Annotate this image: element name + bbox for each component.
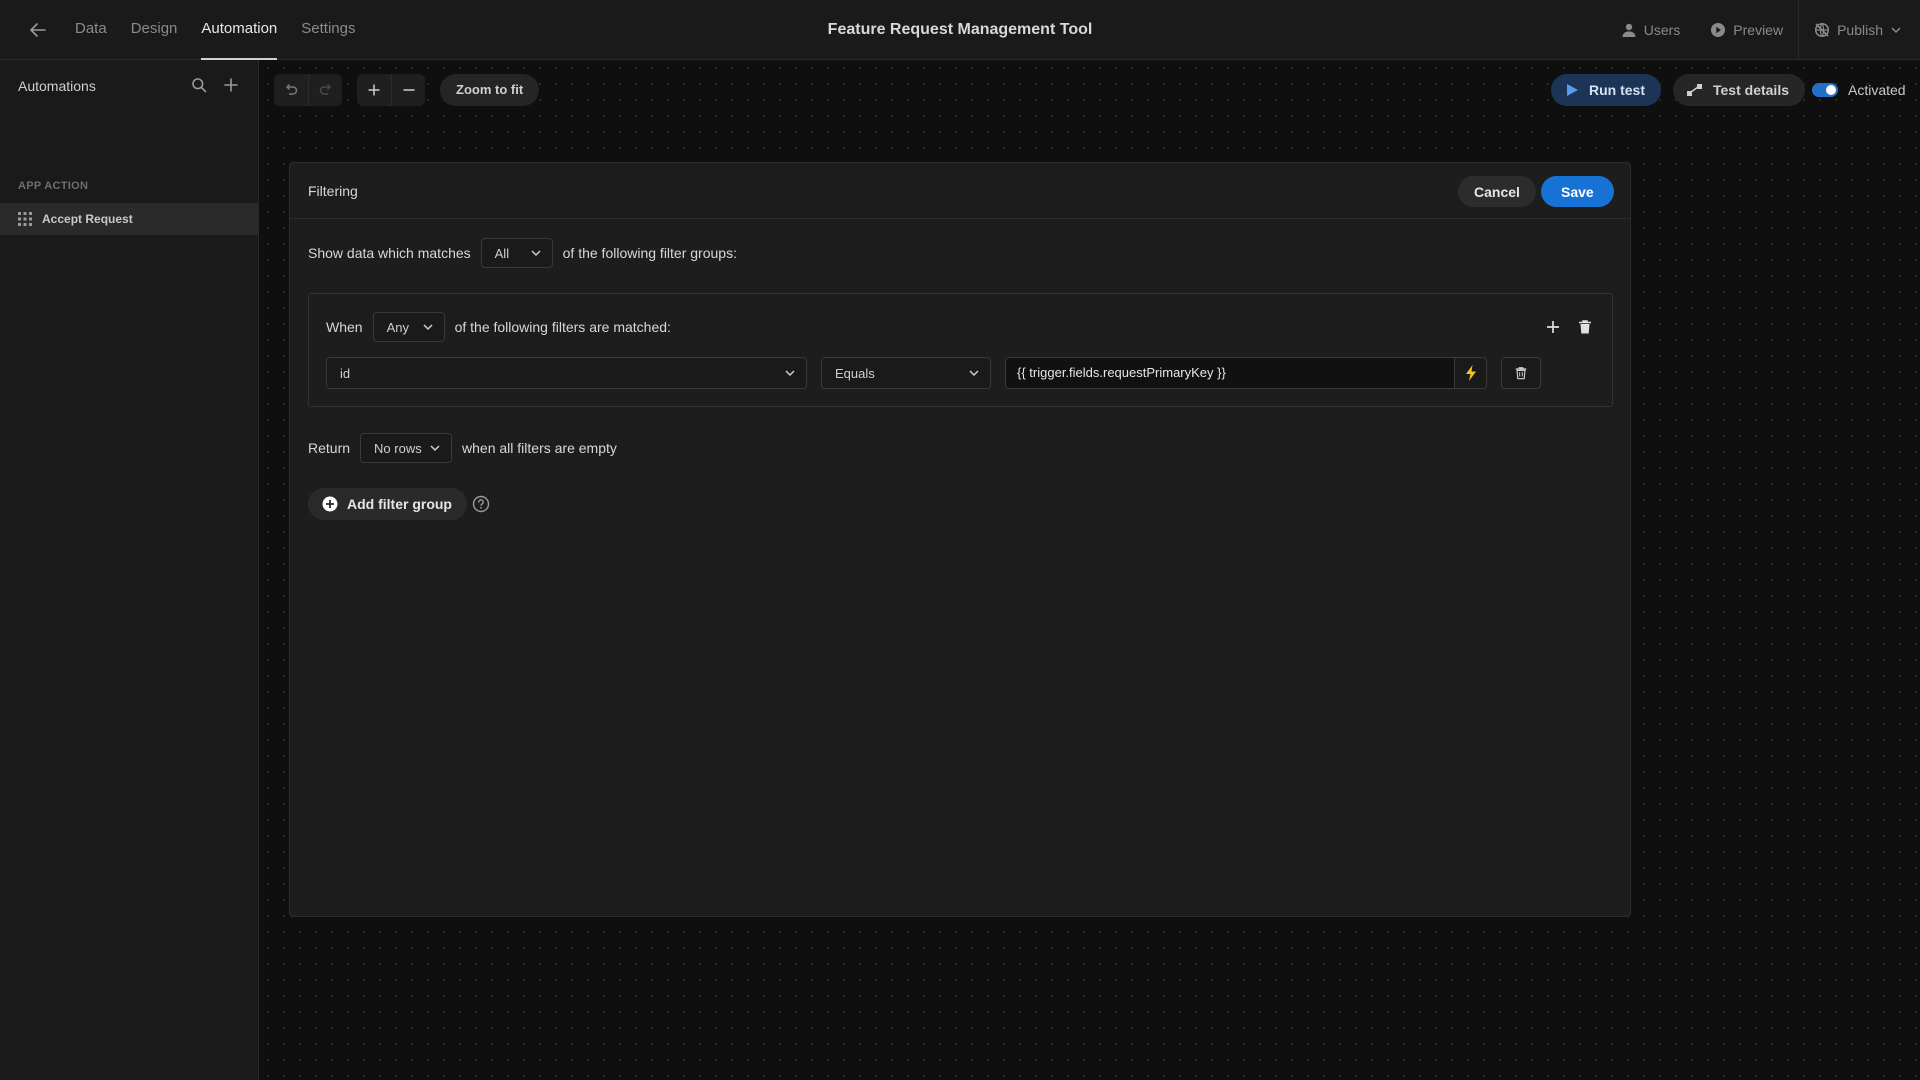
activated-label: Activated bbox=[1848, 82, 1906, 98]
sidebar: Automations APP ACTION Accept Request bbox=[0, 60, 259, 1080]
add-automation-button[interactable] bbox=[222, 76, 240, 94]
cancel-button[interactable]: Cancel bbox=[1458, 176, 1536, 207]
add-filter-group-button[interactable]: Add filter group bbox=[308, 488, 467, 520]
return-suffix-label: when all filters are empty bbox=[462, 440, 617, 456]
chevron-down-icon bbox=[430, 445, 440, 452]
match-row: Show data which matches All of the follo… bbox=[308, 238, 737, 268]
operator-select[interactable]: Equals bbox=[821, 357, 991, 389]
return-select[interactable]: No rows bbox=[360, 433, 453, 463]
main-nav: Data Design Automation Settings bbox=[75, 0, 379, 60]
preview-label: Preview bbox=[1733, 22, 1784, 38]
filter-group-actions bbox=[1544, 318, 1594, 336]
chevron-down-icon bbox=[969, 370, 979, 377]
sidebar-item-accept-request[interactable]: Accept Request bbox=[0, 203, 258, 235]
return-select-value: No rows bbox=[374, 440, 422, 456]
zoom-controls bbox=[357, 74, 425, 106]
plus-icon bbox=[224, 78, 238, 92]
binding-button[interactable] bbox=[1455, 357, 1487, 389]
filter-group: When Any of the following filters are ma… bbox=[308, 293, 1613, 407]
arrow-left-icon bbox=[30, 23, 46, 37]
tab-design[interactable]: Design bbox=[131, 0, 178, 60]
sidebar-actions bbox=[190, 76, 240, 94]
test-details-button[interactable]: Test details bbox=[1673, 74, 1805, 106]
grid-icon bbox=[18, 212, 32, 226]
search-button[interactable] bbox=[190, 76, 208, 94]
plus-icon bbox=[1547, 321, 1559, 333]
test-details-label: Test details bbox=[1713, 82, 1789, 98]
flow-icon bbox=[1687, 84, 1702, 96]
zoom-in-button[interactable] bbox=[357, 74, 391, 106]
run-test-label: Run test bbox=[1589, 82, 1645, 98]
publish-button[interactable]: Publish bbox=[1799, 22, 1920, 38]
help-circle-icon bbox=[472, 495, 490, 513]
zoom-to-fit-button[interactable]: Zoom to fit bbox=[440, 74, 540, 106]
when-select[interactable]: Any bbox=[372, 312, 445, 342]
trash-icon bbox=[1579, 320, 1591, 334]
plus-circle-icon bbox=[322, 496, 338, 512]
sidebar-section-label: APP ACTION bbox=[18, 180, 89, 192]
globe-off-icon bbox=[1815, 22, 1830, 38]
modal-header: Filtering Cancel Save bbox=[290, 163, 1630, 219]
add-filter-button[interactable] bbox=[1544, 318, 1562, 336]
search-icon bbox=[192, 78, 207, 93]
match-prefix-label: Show data which matches bbox=[308, 245, 471, 261]
match-select[interactable]: All bbox=[480, 238, 553, 268]
redo-button[interactable] bbox=[308, 74, 342, 106]
add-filter-group-label: Add filter group bbox=[347, 496, 452, 512]
chevron-down-icon bbox=[423, 324, 433, 331]
play-icon bbox=[1567, 84, 1578, 96]
lightning-bolt-icon bbox=[1465, 365, 1476, 381]
users-label: Users bbox=[1643, 22, 1681, 38]
when-suffix-label: of the following filters are matched: bbox=[454, 319, 671, 335]
chevron-down-icon bbox=[531, 250, 541, 257]
zoom-out-button[interactable] bbox=[391, 74, 425, 106]
filter-value-input[interactable]: {{ trigger.fields.requestPrimaryKey }} bbox=[1005, 357, 1455, 389]
return-row: Return No rows when all filters are empt… bbox=[308, 432, 617, 464]
operator-select-value: Equals bbox=[835, 365, 875, 381]
filter-group-header: When Any of the following filters are ma… bbox=[326, 311, 671, 343]
save-button[interactable]: Save bbox=[1541, 176, 1614, 207]
undo-icon bbox=[285, 83, 298, 95]
tab-settings[interactable]: Settings bbox=[301, 0, 355, 60]
top-bar: Data Design Automation Settings Feature … bbox=[0, 0, 1920, 60]
match-select-value: All bbox=[494, 245, 510, 261]
redo-icon bbox=[319, 83, 331, 95]
publish-label: Publish bbox=[1837, 22, 1883, 38]
user-icon bbox=[1622, 23, 1636, 37]
top-actions: Users Preview Publish bbox=[1606, 0, 1920, 60]
return-label: Return bbox=[308, 440, 351, 456]
modal-title: Filtering bbox=[308, 183, 358, 199]
activated-control: Activated bbox=[1812, 74, 1906, 106]
field-select-value: id bbox=[340, 365, 351, 381]
chevron-down-icon bbox=[785, 370, 795, 377]
sidebar-item-label: Accept Request bbox=[42, 212, 133, 226]
trash-icon bbox=[1515, 367, 1527, 380]
when-select-value: Any bbox=[386, 319, 409, 335]
plus-icon bbox=[368, 84, 380, 96]
run-test-button[interactable]: Run test bbox=[1551, 74, 1661, 106]
chevron-down-icon bbox=[1891, 27, 1901, 34]
undo-button[interactable] bbox=[274, 74, 308, 106]
back-button[interactable] bbox=[26, 18, 50, 42]
match-suffix-label: of the following filter groups: bbox=[562, 245, 737, 261]
tab-data[interactable]: Data bbox=[75, 0, 107, 60]
tab-automation[interactable]: Automation bbox=[201, 0, 278, 60]
delete-filter-button[interactable] bbox=[1501, 357, 1541, 389]
activated-toggle[interactable] bbox=[1812, 83, 1838, 97]
filtering-modal: Filtering Cancel Save Show data which ma… bbox=[289, 162, 1631, 917]
minus-icon bbox=[403, 89, 414, 91]
users-button[interactable]: Users bbox=[1606, 22, 1696, 38]
when-label: When bbox=[326, 319, 363, 335]
play-circle-icon bbox=[1711, 23, 1726, 37]
history-controls bbox=[274, 74, 342, 106]
sidebar-title: Automations bbox=[18, 78, 96, 94]
help-button[interactable] bbox=[472, 495, 490, 513]
delete-group-button[interactable] bbox=[1576, 318, 1594, 336]
preview-button[interactable]: Preview bbox=[1695, 22, 1798, 38]
field-select[interactable]: id bbox=[326, 357, 807, 389]
